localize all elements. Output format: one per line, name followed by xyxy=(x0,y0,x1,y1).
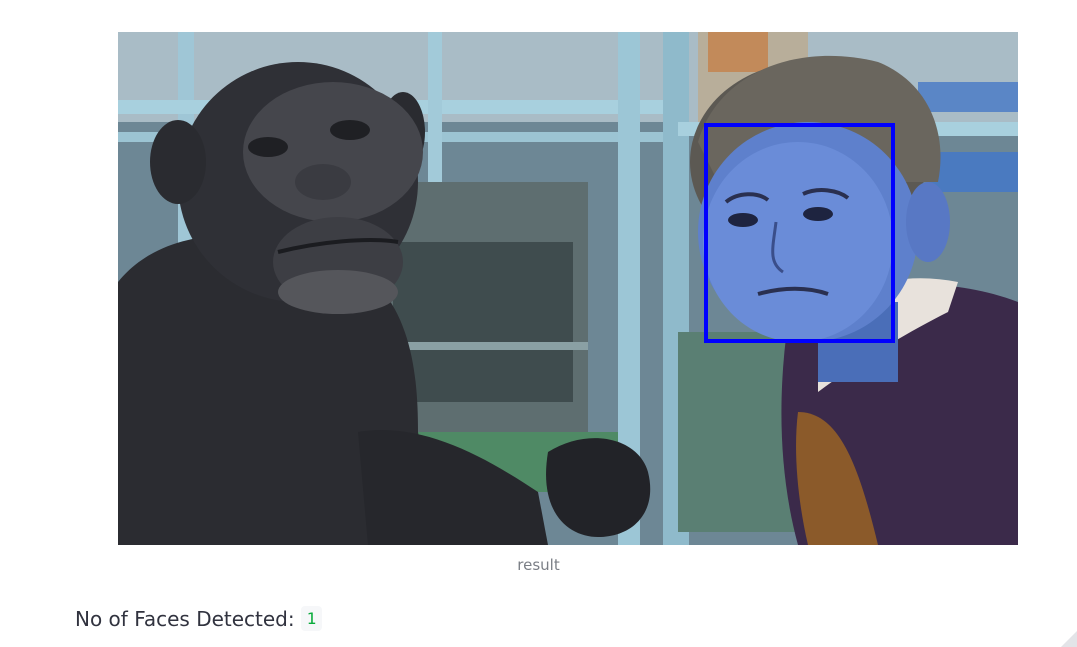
faces-detected-count: 1 xyxy=(300,606,323,631)
faces-detected-label: No of Faces Detected: xyxy=(75,606,295,631)
photo-svg xyxy=(118,32,1018,545)
faces-detected-result: No of Faces Detected: 1 xyxy=(75,606,323,631)
resize-handle-icon[interactable] xyxy=(1061,631,1077,647)
image-caption: result xyxy=(517,556,560,574)
result-image xyxy=(118,32,1018,545)
